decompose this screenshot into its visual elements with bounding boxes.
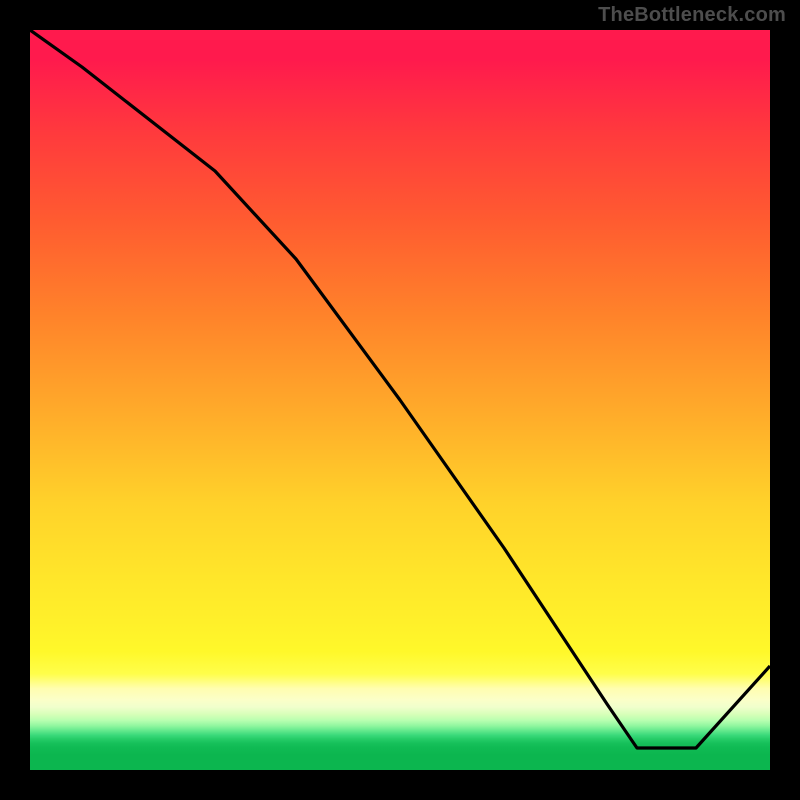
gradient-background	[30, 30, 770, 770]
watermark-text: TheBottleneck.com	[598, 4, 786, 27]
chart-frame: TheBottleneck.com	[0, 0, 800, 800]
plot-area	[30, 30, 770, 770]
